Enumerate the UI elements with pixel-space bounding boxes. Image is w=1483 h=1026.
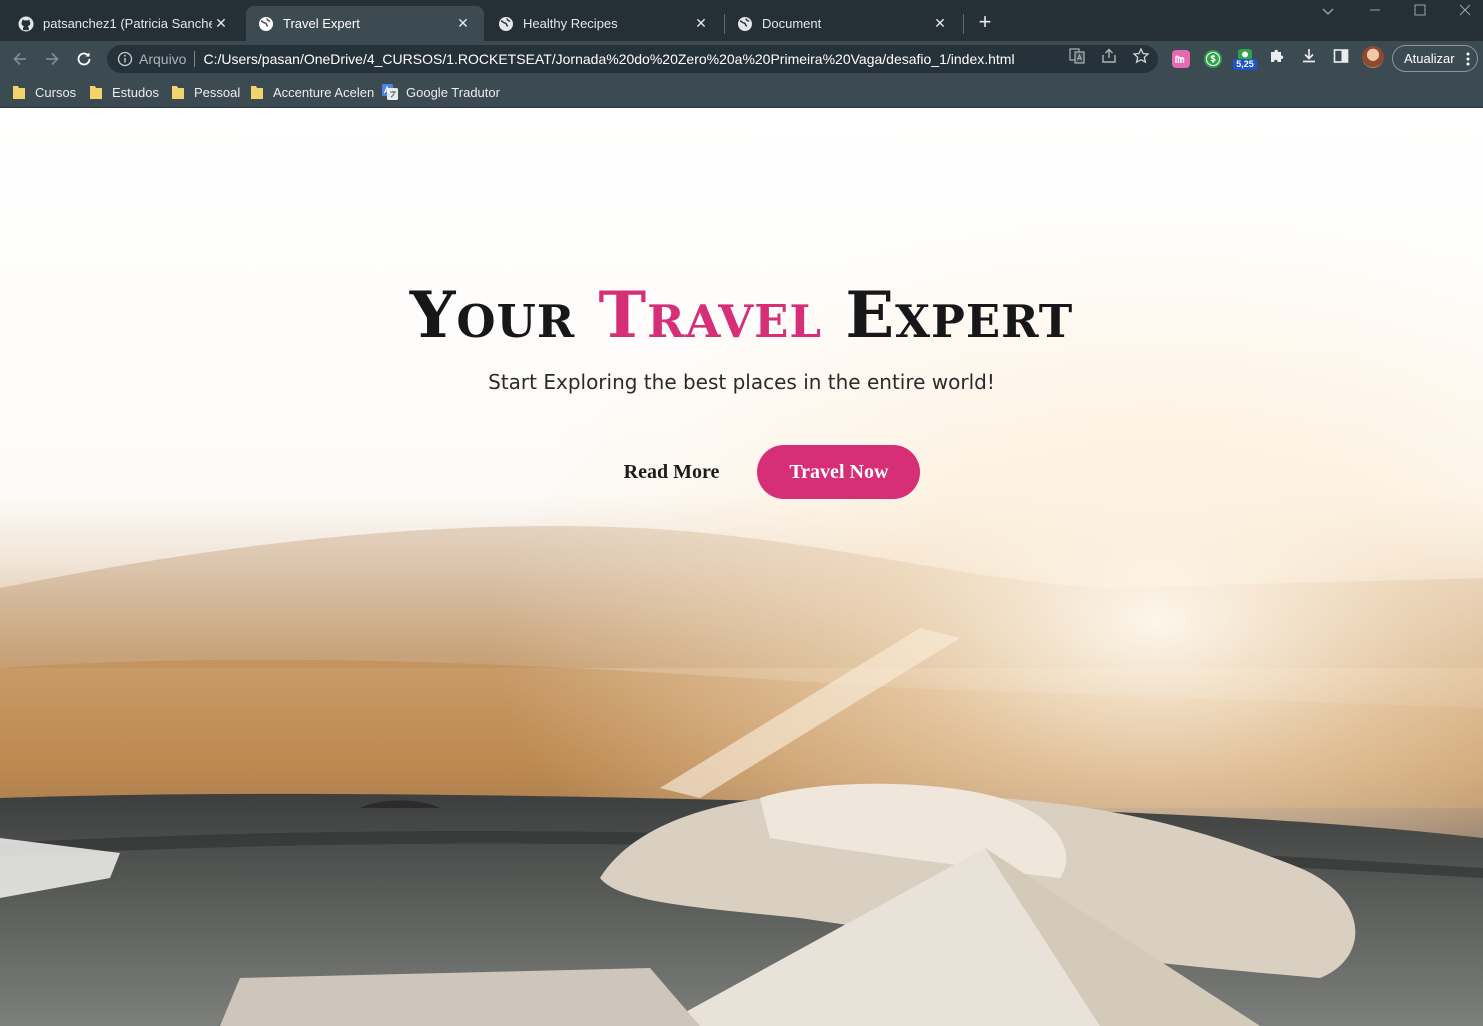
close-tab-icon[interactable]: ✕ xyxy=(454,15,472,33)
hero-section: Your Travel Expert Start Exploring the b… xyxy=(0,276,1483,394)
bookmark-accenture[interactable]: Accenture Acelen xyxy=(251,82,374,102)
globe-icon xyxy=(738,16,752,31)
browser-toolbar: Arquivo C:/Users/pasan/OneDrive/4_CURSOS… xyxy=(0,41,1483,76)
url-text[interactable]: C:/Users/pasan/OneDrive/4_CURSOS/1.ROCKE… xyxy=(203,51,1043,67)
bookmark-label: Pessoal xyxy=(194,84,241,100)
maximize-icon[interactable] xyxy=(1405,4,1435,19)
tab-document[interactable]: Document ✕ xyxy=(725,6,961,41)
cta-buttons: Read More Travel Now xyxy=(0,445,1483,499)
bookmarks-bar: Cursos Estudos Pessoal Accenture Acelen … xyxy=(0,76,1483,108)
bookmark-google-tradutor[interactable]: Google Tradutor xyxy=(382,82,500,102)
reload-icon xyxy=(77,52,91,66)
scheme-label: Arquivo xyxy=(139,51,187,67)
hero-title-part1: Your xyxy=(409,278,599,353)
extension-badge-icon[interactable]: 5,25 xyxy=(1233,48,1257,70)
profile-avatar[interactable] xyxy=(1362,46,1384,68)
tab-title: Healthy Recipes xyxy=(523,16,618,31)
bookmark-label: Cursos xyxy=(35,84,77,100)
bookmark-estudos[interactable]: Estudos xyxy=(90,82,159,102)
side-panel-icon[interactable] xyxy=(1332,47,1350,65)
folder-icon xyxy=(13,86,25,99)
translate-icon[interactable] xyxy=(1068,47,1086,65)
share-icon[interactable] xyxy=(1100,47,1118,65)
extension-m-icon[interactable] xyxy=(1172,50,1190,68)
folder-icon xyxy=(172,86,184,99)
download-icon[interactable] xyxy=(1300,47,1318,65)
close-window-icon[interactable] xyxy=(1450,4,1480,19)
tab-separator xyxy=(963,14,964,34)
forward-arrow-icon xyxy=(46,52,59,66)
bookmark-pessoal[interactable]: Pessoal xyxy=(172,82,240,102)
hero-title-part2: Expert xyxy=(822,278,1074,353)
info-icon[interactable] xyxy=(117,51,133,67)
github-icon xyxy=(18,16,34,31)
page-viewport: Your Travel Expert Start Exploring the b… xyxy=(0,108,1483,1026)
minimize-icon[interactable] xyxy=(1360,2,1390,19)
tab-strip: patsanchez1 (Patricia Sanchez) ✕ Travel … xyxy=(0,0,1483,41)
back-button[interactable] xyxy=(8,47,32,71)
extension-dollar-icon[interactable] xyxy=(1204,50,1222,68)
travel-now-button[interactable]: Travel Now xyxy=(757,445,921,499)
forward-button[interactable] xyxy=(40,47,64,71)
read-more-button[interactable]: Read More xyxy=(594,447,750,498)
tab-search-icon[interactable] xyxy=(1313,4,1343,19)
bookmark-star-icon[interactable] xyxy=(1132,47,1150,65)
tab-title: Travel Expert xyxy=(283,16,360,31)
folder-icon xyxy=(90,86,102,99)
globe-icon xyxy=(259,16,273,31)
update-label: Atualizar xyxy=(1404,51,1455,66)
back-arrow-icon xyxy=(13,52,26,66)
puzzle-icon[interactable] xyxy=(1268,47,1286,65)
tab-title: Document xyxy=(762,16,822,31)
close-tab-icon[interactable]: ✕ xyxy=(212,15,230,33)
globe-icon xyxy=(499,16,513,31)
extension-badge: 5,25 xyxy=(1233,59,1257,70)
close-tab-icon[interactable]: ✕ xyxy=(931,15,949,33)
bookmark-label: Google Tradutor xyxy=(406,84,500,100)
tab-github[interactable]: patsanchez1 (Patricia Sanchez) ✕ xyxy=(6,6,242,41)
address-divider xyxy=(194,51,196,67)
address-bar[interactable]: Arquivo C:/Users/pasan/OneDrive/4_CURSOS… xyxy=(107,45,1158,73)
more-menu-icon[interactable] xyxy=(1465,50,1471,68)
tab-title: patsanchez1 (Patricia Sanchez) xyxy=(43,16,212,31)
hero-title-accent: Travel xyxy=(598,278,823,353)
hero-subtitle: Start Exploring the best places in the e… xyxy=(488,370,995,394)
google-translate-icon xyxy=(382,84,398,100)
folder-icon xyxy=(251,86,263,99)
tab-travel-expert[interactable]: Travel Expert ✕ xyxy=(246,6,484,41)
new-tab-button[interactable]: + xyxy=(974,11,996,33)
hero-background-image xyxy=(0,108,1483,1026)
reload-button[interactable] xyxy=(72,47,96,71)
hero-title: Your Travel Expert xyxy=(0,276,1483,356)
bookmark-label: Accenture Acelen xyxy=(273,84,375,100)
update-button[interactable]: Atualizar xyxy=(1392,45,1478,72)
bookmark-cursos[interactable]: Cursos xyxy=(13,82,76,102)
close-tab-icon[interactable]: ✕ xyxy=(692,15,710,33)
tab-healthy-recipes[interactable]: Healthy Recipes ✕ xyxy=(486,6,722,41)
bookmark-label: Estudos xyxy=(112,84,159,100)
